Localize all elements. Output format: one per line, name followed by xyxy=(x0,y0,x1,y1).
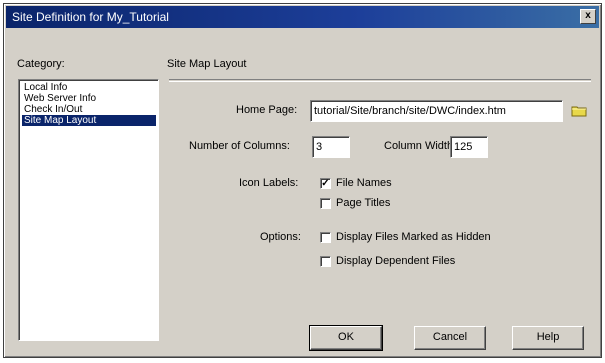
page-titles-checkbox[interactable] xyxy=(320,198,331,209)
category-item-site-map-layout[interactable]: Site Map Layout xyxy=(22,115,156,126)
category-item-local-info[interactable]: Local Info xyxy=(22,82,69,93)
ok-button[interactable]: OK xyxy=(309,325,383,351)
dependent-files-checkbox[interactable] xyxy=(320,256,331,267)
icon-labels-label: Icon Labels: xyxy=(239,177,299,189)
page-titles-label: Page Titles xyxy=(336,197,391,209)
category-list[interactable]: Local Info Web Server Info Check In/Out … xyxy=(18,79,159,341)
options-label: Options: xyxy=(260,231,301,243)
panel-divider xyxy=(169,79,591,82)
title-bar[interactable]: Site Definition for My_Tutorial x xyxy=(6,6,599,28)
hidden-files-checkbox[interactable] xyxy=(320,232,331,243)
close-icon[interactable]: x xyxy=(580,9,596,24)
column-width-label: Column Width: xyxy=(384,140,457,152)
category-item-web-server-info[interactable]: Web Server Info xyxy=(22,93,98,104)
cancel-button[interactable]: Cancel xyxy=(414,326,486,350)
category-heading: Category: xyxy=(17,58,65,70)
dependent-files-label: Display Dependent Files xyxy=(336,255,456,267)
file-names-checkbox[interactable]: ✓ xyxy=(320,178,331,189)
help-button[interactable]: Help xyxy=(512,326,584,350)
columns-field[interactable]: 3 xyxy=(312,136,350,158)
home-page-label: Home Page: xyxy=(236,104,298,116)
home-page-field[interactable]: tutorial/Site/branch/site/DWC/index.htm xyxy=(310,100,563,122)
hidden-files-label: Display Files Marked as Hidden xyxy=(336,231,491,243)
folder-icon[interactable] xyxy=(571,104,587,117)
category-item-check-in-out[interactable]: Check In/Out xyxy=(22,104,84,115)
file-names-label: File Names xyxy=(336,177,392,189)
column-width-field[interactable]: 125 xyxy=(450,136,488,158)
panel-heading: Site Map Layout xyxy=(167,58,247,70)
columns-label: Number of Columns: xyxy=(189,140,290,152)
window-title: Site Definition for My_Tutorial xyxy=(12,10,169,24)
site-definition-dialog: Site Definition for My_Tutorial x Catego… xyxy=(3,3,602,358)
